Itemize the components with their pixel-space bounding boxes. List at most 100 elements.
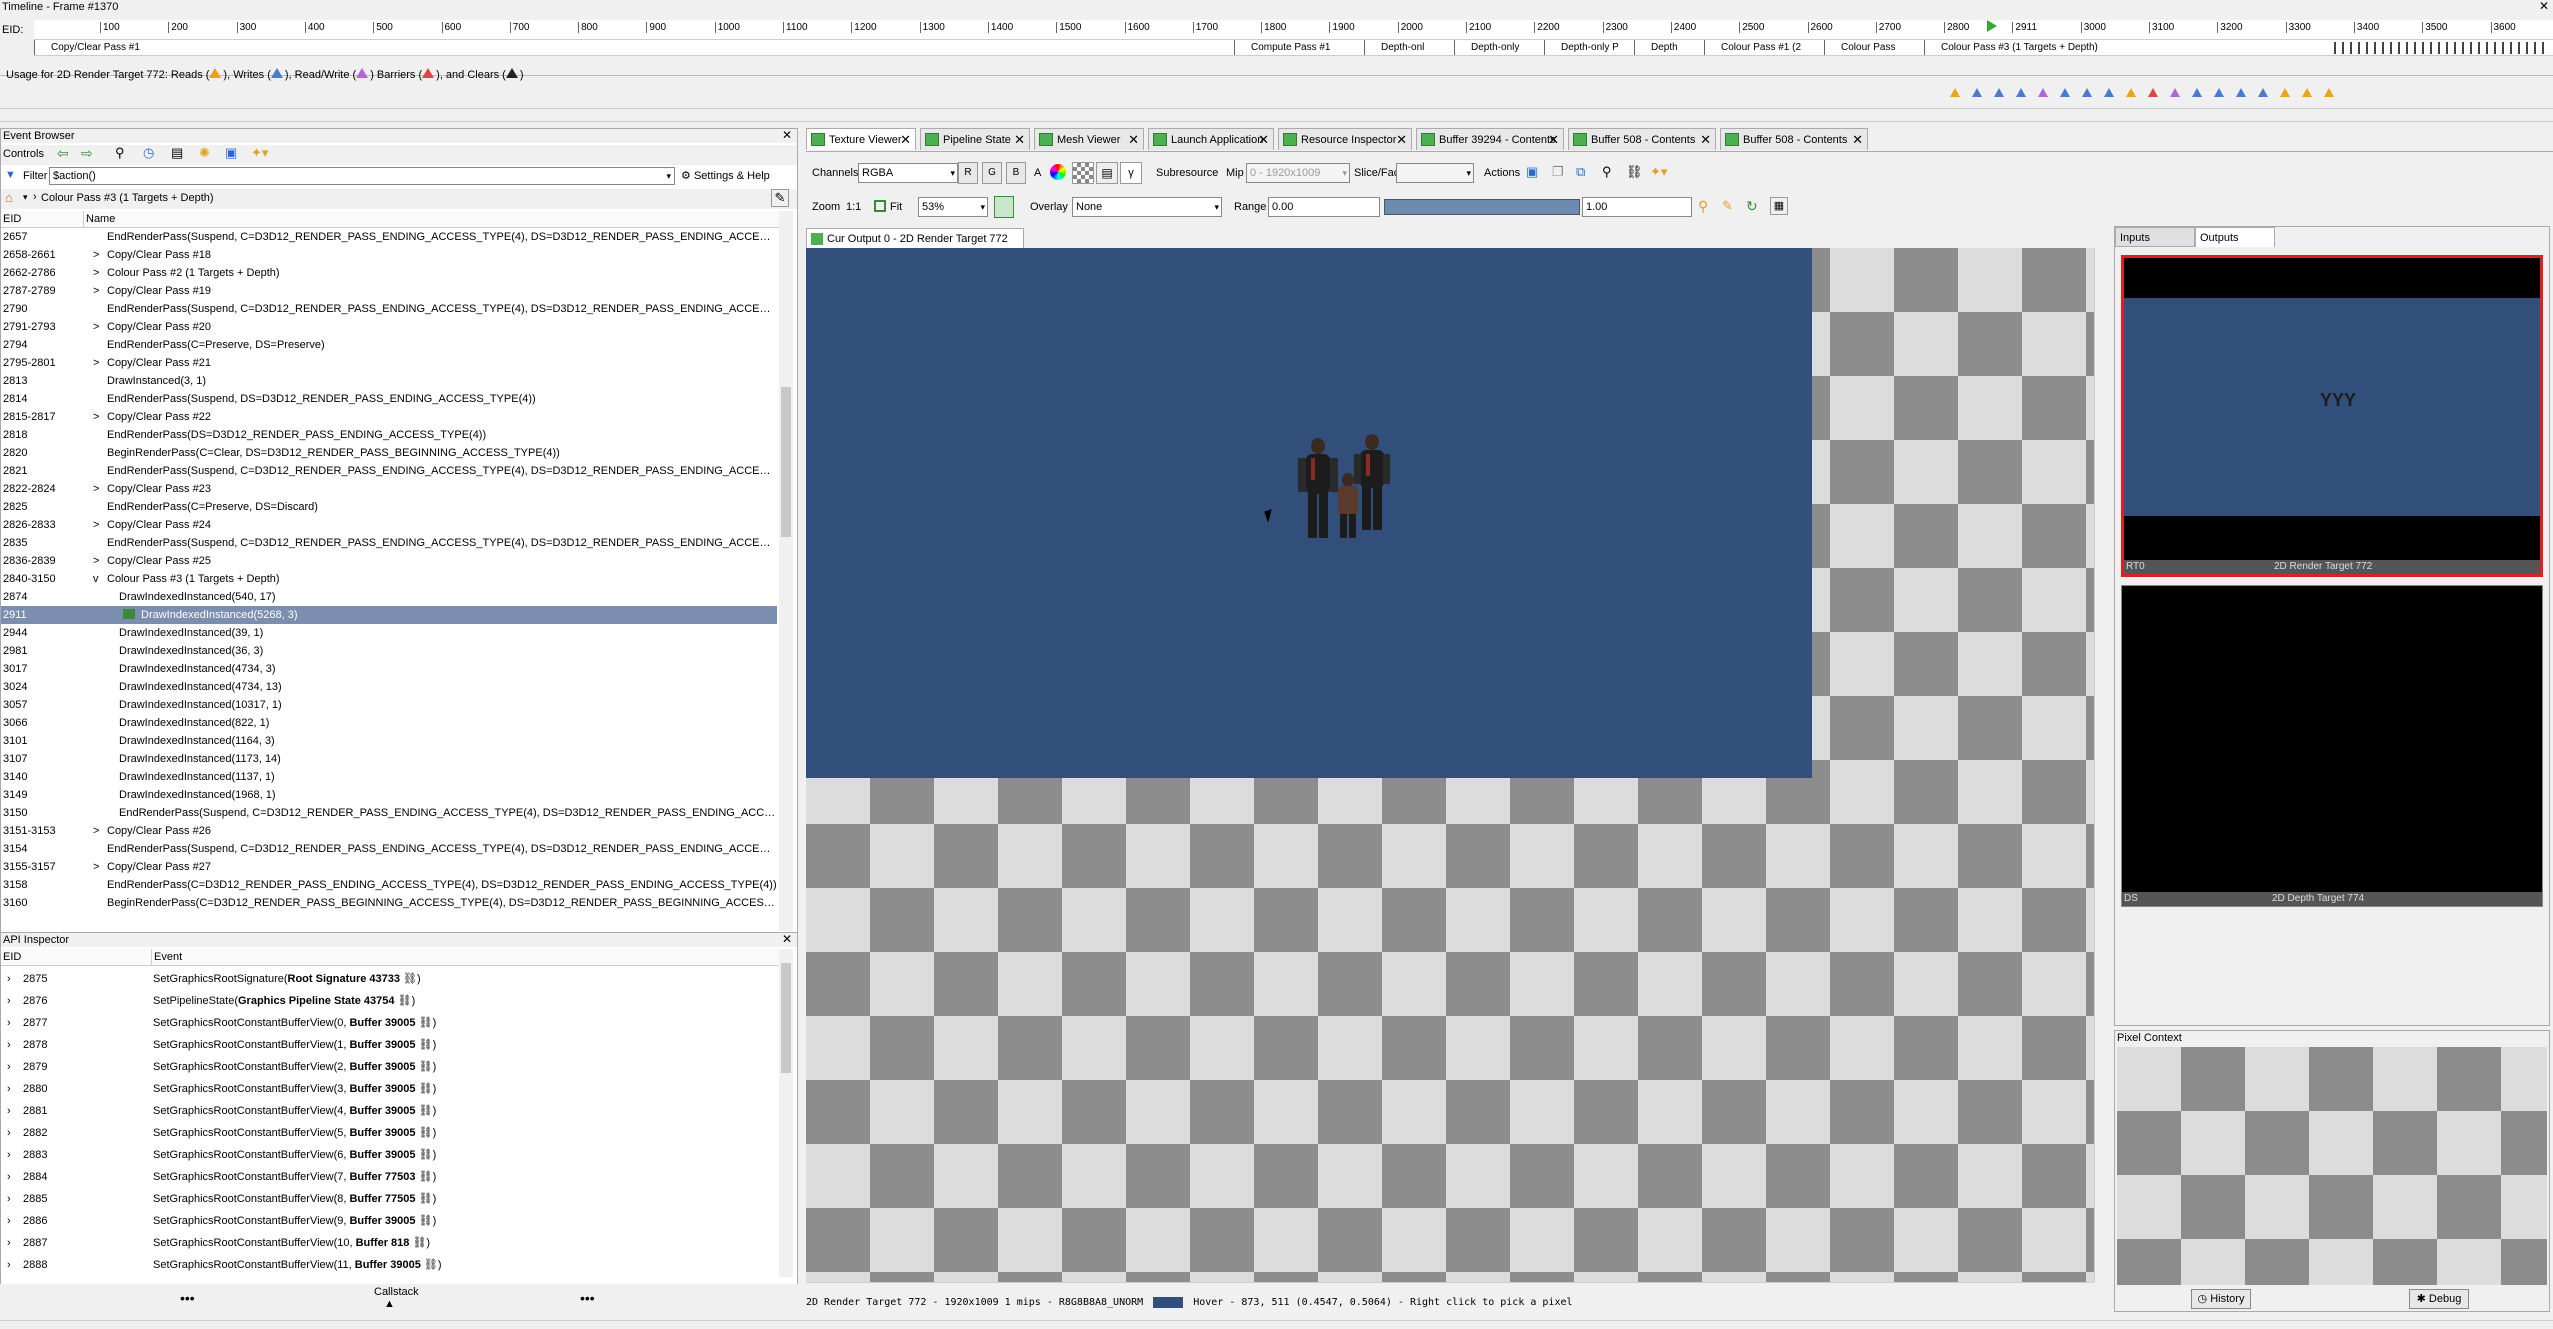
resource-link[interactable]: Buffer 818 [356, 1237, 410, 1249]
event-row[interactable]: 2981 DrawIndexedInstanced(36, 3) [1, 642, 777, 660]
channel-a-toggle[interactable]: A [1034, 162, 1041, 184]
api-expand-icon[interactable]: › [7, 1034, 11, 1056]
timer-icon[interactable]: ◷ [143, 145, 154, 161]
link-icon[interactable]: ⛓ [416, 1039, 433, 1051]
timeline-marker-icon[interactable] [1987, 20, 1997, 32]
expand-icon[interactable]: > [93, 408, 99, 426]
output-thumb-ds[interactable]: DS 2D Depth Target 774 [2121, 585, 2543, 907]
range-min-input[interactable]: 0.00 [1268, 197, 1380, 217]
usage-marker-icon[interactable] [2192, 88, 2202, 97]
usage-marker-icon[interactable] [2016, 88, 2026, 97]
timeline-pass[interactable]: Depth-only P [1544, 40, 1624, 55]
api-expand-icon[interactable]: › [7, 968, 11, 990]
usage-marker-icon[interactable] [2148, 88, 2158, 97]
usage-marker-icon[interactable] [1994, 88, 2004, 97]
usage-marker-icon[interactable] [2280, 88, 2290, 97]
link-icon[interactable]: ⛓ [421, 1259, 438, 1271]
output-thumb-rt0[interactable]: YYY RT0 2D Render Target 772 [2121, 255, 2543, 577]
tab-7[interactable]: Buffer 508 - Contents ✕ [1720, 128, 1868, 150]
overlay-select[interactable]: None ▾ [1072, 197, 1222, 217]
resource-link[interactable]: Buffer 39005 [349, 1149, 415, 1161]
tab-1[interactable]: Pipeline State ✕ [920, 128, 1030, 150]
usage-marker-icon[interactable] [1972, 88, 1982, 97]
link-icon[interactable]: ⛓ [416, 1127, 433, 1139]
event-list-scrollbar[interactable] [779, 211, 793, 931]
event-row[interactable]: 2791-2793 > Copy/Clear Pass #20 [1, 318, 777, 336]
resource-link[interactable]: Graphics Pipeline State 43754 [238, 995, 395, 1007]
resource-link[interactable]: Buffer 39005 [349, 1017, 415, 1029]
event-row[interactable]: 3149 DrawIndexedInstanced(1968, 1) [1, 786, 777, 804]
api-col-event[interactable]: Event [151, 949, 182, 966]
event-row[interactable]: 2836-2839 > Copy/Clear Pass #25 [1, 552, 777, 570]
api-inspector-close-icon[interactable]: ✕ [781, 933, 793, 946]
event-row[interactable]: 2787-2789 > Copy/Clear Pass #19 [1, 282, 777, 300]
api-expand-icon[interactable]: › [7, 1144, 11, 1166]
texture-vscrollbar[interactable] [2094, 248, 2108, 1282]
col-eid[interactable]: EID [3, 211, 21, 228]
event-row[interactable]: 2944 DrawIndexedInstanced(39, 1) [1, 624, 777, 642]
timeline-pass[interactable]: Depth [1634, 40, 1694, 55]
event-row[interactable]: 3057 DrawIndexedInstanced(10317, 1) [1, 696, 777, 714]
texture-hscrollbar[interactable] [806, 1282, 2094, 1294]
api-list-scroll-thumb[interactable] [781, 963, 791, 1073]
find-icon[interactable]: ⚲ [115, 145, 125, 161]
channels-select[interactable]: RGBA ▾ [858, 163, 958, 183]
usage-marker-icon[interactable] [2236, 88, 2246, 97]
expand-icon[interactable]: > [93, 264, 99, 282]
api-expand-icon[interactable]: › [7, 1232, 11, 1254]
link-icon[interactable]: ⛓ [1626, 164, 1643, 180]
action-settings-icon[interactable]: ✦▾ [1650, 164, 1667, 180]
expand-icon[interactable]: > [93, 318, 99, 336]
callstack-label[interactable]: Callstack [374, 1286, 419, 1298]
api-row[interactable]: › 2876 SetPipelineState(Graphics Pipeline … [1, 990, 777, 1012]
event-row[interactable]: 2825 EndRenderPass(C=Preserve, DS=Discard… [1, 498, 777, 516]
save-texture-icon[interactable]: ▣ [1526, 164, 1538, 180]
api-col-eid[interactable]: EID [3, 949, 21, 966]
api-row[interactable]: › 2877 SetGraphicsRootConstantBufferView(0… [1, 1012, 777, 1034]
tab-close-icon[interactable]: ✕ [1128, 129, 1139, 151]
api-list-scrollbar[interactable] [779, 949, 793, 1277]
color-swatch-icon[interactable]: ▤ [1096, 162, 1118, 184]
api-expand-icon[interactable]: › [7, 1100, 11, 1122]
api-row[interactable]: › 2879 SetGraphicsRootConstantBufferView(2… [1, 1056, 777, 1078]
more-right-icon[interactable]: ••• [580, 1290, 595, 1306]
resource-link[interactable]: Buffer 39005 [355, 1259, 421, 1271]
slice-select[interactable]: ▾ [1396, 163, 1474, 183]
usage-marker-icon[interactable] [2038, 88, 2048, 97]
checkerboard-icon[interactable] [1072, 162, 1094, 184]
zoom-select[interactable]: 53% ▾ [918, 197, 988, 217]
expand-icon[interactable]: > [93, 282, 99, 300]
event-row[interactable]: 2790 EndRenderPass(Suspend, C=D3D12_RENDE… [1, 300, 777, 318]
expand-icon[interactable]: > [93, 858, 99, 876]
channel-b-toggle[interactable]: B [1006, 162, 1026, 184]
event-row[interactable]: 3150 EndRenderPass(Suspend, C=D3D12_RENDE… [1, 804, 777, 822]
api-row[interactable]: › 2888 SetGraphicsRootConstantBufferView(1… [1, 1254, 777, 1276]
api-expand-icon[interactable]: › [7, 990, 11, 1012]
range-slider[interactable] [1384, 199, 1580, 215]
channel-g-toggle[interactable]: G [982, 162, 1002, 184]
timeline-pass[interactable]: Copy/Clear Pass #1 [34, 40, 1234, 55]
link-icon[interactable]: ⛓ [416, 1149, 433, 1161]
event-list-scroll-thumb[interactable] [781, 387, 791, 537]
event-row[interactable]: 2835 EndRenderPass(Suspend, C=D3D12_RENDE… [1, 534, 777, 552]
callstack-splitter[interactable]: ••• Callstack ▲ ••• [0, 1284, 798, 1320]
api-row[interactable]: › 2878 SetGraphicsRootConstantBufferView(1… [1, 1034, 777, 1056]
settings-help-button[interactable]: ⚙ Settings & Help [681, 169, 770, 182]
api-row[interactable]: › 2882 SetGraphicsRootConstantBufferView(5… [1, 1122, 777, 1144]
tab-outputs[interactable]: Outputs [2195, 227, 2275, 247]
usage-marker-icon[interactable] [2302, 88, 2312, 97]
event-row[interactable]: 2821 EndRenderPass(Suspend, C=D3D12_RENDE… [1, 462, 777, 480]
color-wheel-icon[interactable] [1050, 164, 1066, 180]
auto-fit-icon[interactable]: ✎ [1722, 198, 1733, 214]
event-row[interactable]: 3158 EndRenderPass(C=D3D12_RENDER_PASS_EN… [1, 876, 777, 894]
tab-3[interactable]: Launch Application ✕ [1148, 128, 1274, 150]
debug-button[interactable]: ✱ Debug [2409, 1289, 2469, 1309]
api-row[interactable]: › 2883 SetGraphicsRootConstantBufferView(6… [1, 1144, 777, 1166]
tab-close-icon[interactable]: ✕ [1014, 129, 1025, 151]
tab-5[interactable]: Buffer 39294 - Contents ✕ [1416, 128, 1564, 150]
event-row[interactable]: 2795-2801 > Copy/Clear Pass #21 [1, 354, 777, 372]
usage-marker-icon[interactable] [2104, 88, 2114, 97]
usage-marker-icon[interactable] [2170, 88, 2180, 97]
link-icon[interactable]: ⛓ [416, 1171, 433, 1183]
breadcrumb-dropdown-icon[interactable]: ▾ [23, 192, 28, 203]
